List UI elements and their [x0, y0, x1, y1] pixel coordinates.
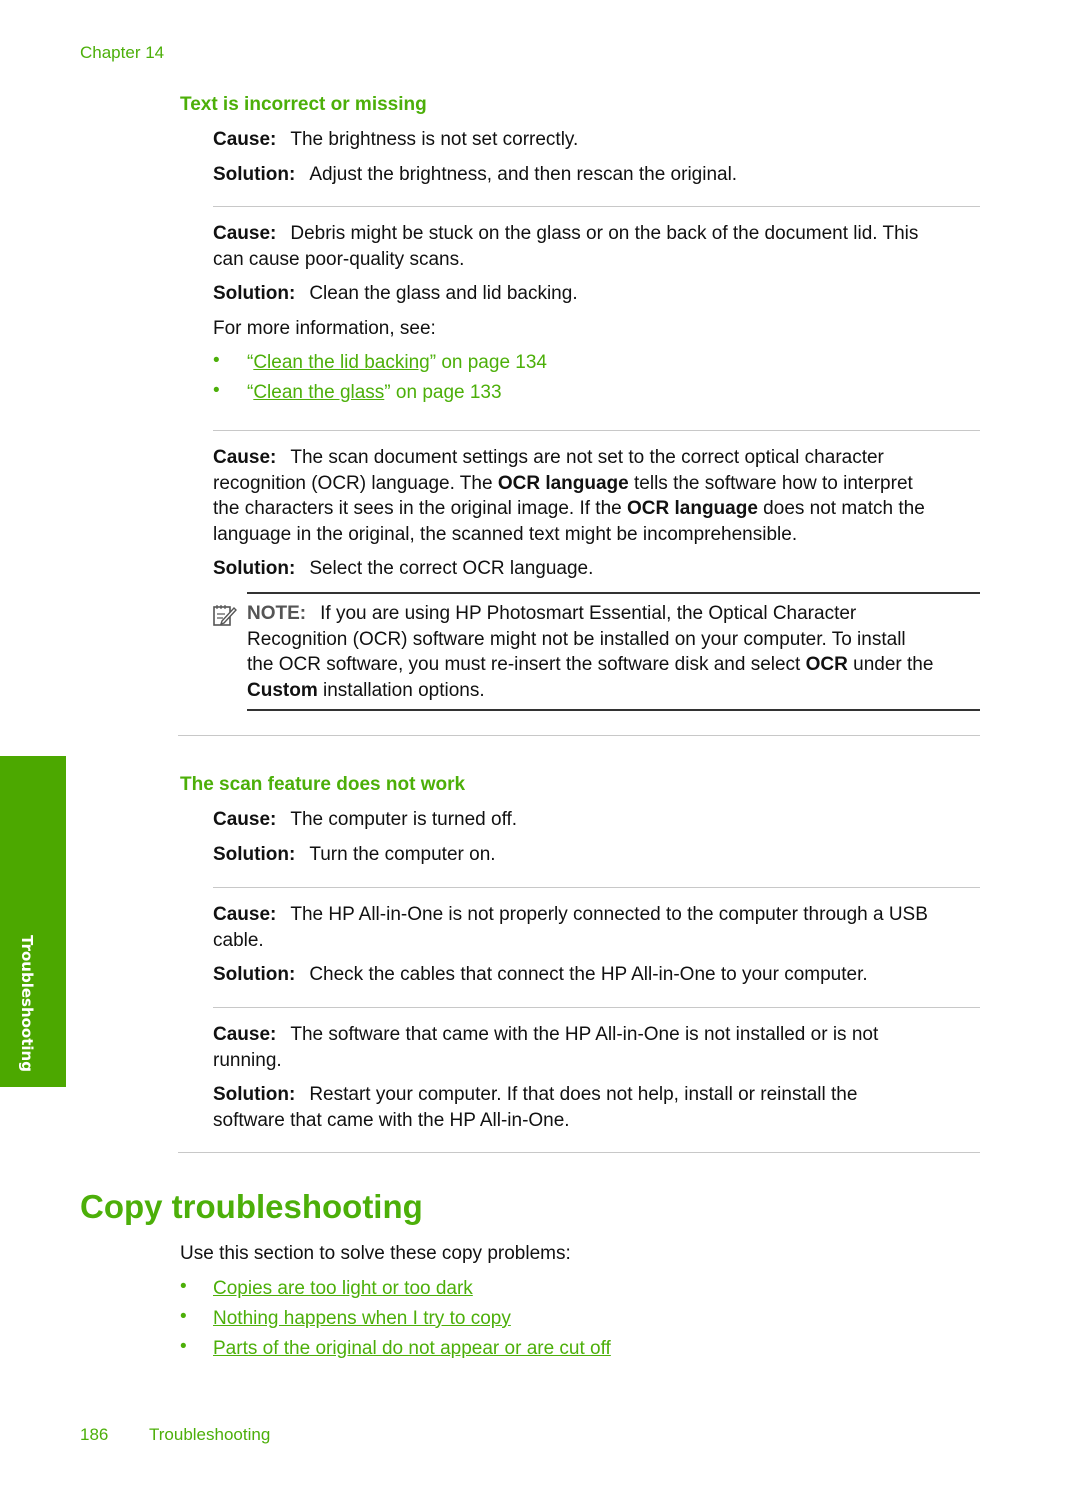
page-number: 186 — [80, 1425, 109, 1444]
bullet-icon: • — [180, 1306, 187, 1327]
cause-6: Cause: The software that came with the HP… — [213, 1022, 993, 1073]
link-text[interactable]: Nothing happens when I try to copy — [213, 1308, 511, 1329]
cause-label: Cause: — [213, 1024, 277, 1045]
more-info-text: For more information, see: — [213, 318, 436, 339]
cause-label: Cause: — [213, 809, 277, 830]
ocr-term: OCR — [805, 654, 848, 675]
ocr-language-term: OCR language — [627, 498, 758, 519]
cause-text: does not match the — [757, 498, 925, 519]
bullet-icon: • — [180, 1336, 187, 1357]
bullet-icon: • — [180, 1276, 187, 1297]
cause-text: Debris might be stuck on the glass or on… — [290, 223, 919, 244]
solution-2: Solution: Clean the glass and lid backing… — [213, 281, 578, 307]
solution-label: Solution: — [213, 964, 296, 985]
link-clean-glass[interactable]: “Clean the glass” on page 133 — [247, 380, 502, 406]
cause-text: can cause poor-quality scans. — [213, 248, 465, 270]
note-label: NOTE: — [247, 603, 307, 624]
link-text[interactable]: Copies are too light or too dark — [213, 1278, 473, 1299]
cause-text: The computer is turned off. — [290, 809, 518, 830]
divider — [213, 430, 980, 431]
note-top-rule — [247, 592, 980, 594]
solution-text: software that came with the HP All-in-On… — [213, 1109, 570, 1131]
footer-section: Troubleshooting — [149, 1425, 271, 1444]
cause-text: The scan document settings are not set t… — [290, 447, 884, 468]
note-text: under the — [847, 654, 934, 675]
note-text: If you are using HP Photosmart Essential… — [320, 603, 857, 624]
page-heading-copy-troubleshooting: Copy troubleshooting — [80, 1188, 423, 1225]
cause-text: The HP All-in-One is not properly connec… — [290, 904, 928, 925]
section-title-text-incorrect: Text is incorrect or missing — [180, 94, 427, 115]
divider — [213, 206, 980, 207]
cause-1: Cause: The brightness is not set correctl… — [213, 127, 578, 153]
divider — [213, 1007, 980, 1008]
solution-label: Solution: — [213, 844, 296, 865]
cause-text: the characters it sees in the original i… — [213, 498, 627, 519]
link-text[interactable]: Clean the lid backing — [253, 352, 429, 373]
cause-3: Cause: The scan document settings are not… — [213, 445, 993, 547]
cause-label: Cause: — [213, 904, 277, 925]
bullet-icon: • — [213, 380, 220, 401]
cause-text: The software that came with the HP All-i… — [290, 1024, 879, 1045]
page-ref: ” on page 134 — [429, 352, 547, 373]
solution-label: Solution: — [213, 558, 296, 579]
cause-label: Cause: — [213, 223, 277, 244]
page-ref: ” on page 133 — [384, 382, 502, 403]
link-parts-cut-off[interactable]: Parts of the original do not appear or a… — [213, 1336, 611, 1362]
chapter-label: Chapter 14 — [80, 43, 165, 62]
solution-5: Solution: Check the cables that connect t… — [213, 962, 868, 988]
note-bottom-rule — [247, 709, 980, 711]
cause-2: Cause: Debris might be stuck on the glass… — [213, 221, 993, 272]
note-text: installation options. — [317, 679, 485, 701]
cause-text: running. — [213, 1049, 282, 1071]
solution-label: Solution: — [213, 164, 296, 185]
solution-text: Restart your computer. If that does not … — [309, 1084, 858, 1105]
divider — [213, 887, 980, 888]
cause-5: Cause: The HP All-in-One is not properly … — [213, 902, 993, 953]
cause-text: language in the original, the scanned te… — [213, 523, 798, 545]
solution-text: Check the cables that connect the HP All… — [309, 964, 868, 985]
solution-3: Solution: Select the correct OCR language… — [213, 556, 593, 582]
side-tab-label: Troubleshooting — [18, 935, 36, 1072]
link-copies-too-light-dark[interactable]: Copies are too light or too dark — [213, 1276, 473, 1302]
cause-label: Cause: — [213, 129, 277, 150]
solution-1: Solution: Adjust the brightness, and then… — [213, 162, 737, 188]
link-clean-lid-backing[interactable]: “Clean the lid backing” on page 134 — [247, 350, 547, 376]
link-nothing-happens-copy[interactable]: Nothing happens when I try to copy — [213, 1306, 511, 1332]
cause-label: Cause: — [213, 447, 277, 468]
note-text: the OCR software, you must re-insert the… — [247, 654, 806, 675]
link-text[interactable]: Parts of the original do not appear or a… — [213, 1338, 611, 1359]
custom-term: Custom — [247, 679, 318, 701]
cause-text: The brightness is not set correctly. — [290, 129, 579, 150]
cause-4: Cause: The computer is turned off. — [213, 807, 517, 833]
solution-4: Solution: Turn the computer on. — [213, 842, 496, 868]
note-box: NOTE: If you are using HP Photosmart Esse… — [247, 601, 987, 703]
note-pencil-icon — [213, 605, 237, 626]
solution-text: Adjust the brightness, and then rescan t… — [309, 164, 738, 185]
section-title-scan-not-work: The scan feature does not work — [180, 774, 466, 795]
cause-text: tells the software how to interpret — [628, 472, 913, 494]
solution-label: Solution: — [213, 283, 296, 304]
link-text[interactable]: Clean the glass — [253, 382, 384, 403]
section-divider — [178, 1152, 980, 1153]
solution-6: Solution: Restart your computer. If that … — [213, 1082, 993, 1133]
solution-label: Solution: — [213, 1084, 296, 1105]
cause-text: recognition (OCR) language. The — [213, 472, 498, 494]
note-text: Recognition (OCR) software might not be … — [247, 628, 906, 650]
solution-text: Clean the glass and lid backing. — [309, 283, 578, 304]
ocr-language-term: OCR language — [497, 472, 629, 494]
solution-text: Turn the computer on. — [309, 844, 496, 865]
solution-text: Select the correct OCR language. — [309, 558, 594, 579]
copy-intro: Use this section to solve these copy pro… — [180, 1243, 571, 1264]
section-divider — [178, 735, 980, 736]
cause-text: cable. — [213, 929, 264, 951]
bullet-icon: • — [213, 350, 220, 371]
